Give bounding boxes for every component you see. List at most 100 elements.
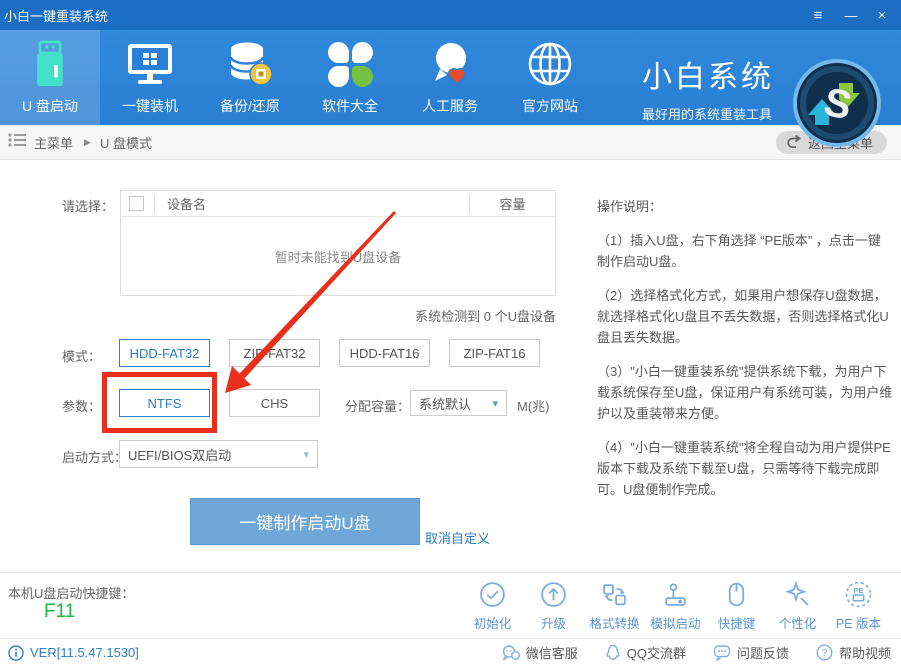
breadcrumb-arrow-icon: ▶ <box>84 137 91 148</box>
upgrade-arrow-icon <box>540 581 567 608</box>
link-qq-group[interactable]: QQ交流群 <box>605 643 686 662</box>
capacity-label: 分配容量： <box>345 396 410 415</box>
tool-label: 个性化 <box>779 613 817 632</box>
boot-mode-select[interactable]: UEFI/BIOS双启动 ▾ <box>119 440 318 468</box>
mode-options: HDD-FAT32 ZIP-FAT32 HDD-FAT16 ZIP-FAT16 <box>119 339 540 367</box>
usb-device-table: 设备名 容量 暂时未能找到U盘设备 <box>120 190 556 296</box>
mouse-icon <box>723 581 750 608</box>
breadcrumb-root[interactable]: 主菜单 <box>34 133 73 152</box>
brand-title: 小白系统 <box>642 52 774 96</box>
mode-option-hdd-fat32[interactable]: HDD-FAT32 <box>119 339 210 367</box>
window-title: 小白一键重装系统 <box>4 6 108 25</box>
chevron-down-icon: ▾ <box>492 397 498 410</box>
nav-tab-one-key-install[interactable]: 一键装机 <box>100 30 200 125</box>
param-option-chs[interactable]: CHS <box>229 389 320 417</box>
usb-drive-icon <box>28 39 72 89</box>
mode-option-zip-fat16[interactable]: ZIP-FAT16 <box>449 339 540 367</box>
window-controls: ≡ — × <box>807 7 901 24</box>
tool-upgrade[interactable]: 升级 <box>523 581 584 632</box>
nav-tab-website[interactable]: 官方网站 <box>500 30 600 125</box>
version-text: VER[11.5.47.1530] <box>30 645 139 660</box>
nav-tab-label: U 盘启动 <box>22 96 78 116</box>
software-apps-icon <box>328 39 373 89</box>
link-feedback[interactable]: 问题反馈 <box>713 643 789 662</box>
tool-hotkey[interactable]: 快捷键 <box>706 581 767 632</box>
check-circle-icon <box>479 581 506 608</box>
simulate-boot-icon <box>662 581 689 608</box>
nav-tab-label: 软件大全 <box>322 96 378 116</box>
qq-icon <box>605 644 621 661</box>
instructions-title: 操作说明： <box>597 196 893 217</box>
version-box: VER[11.5.47.1530] <box>8 645 139 661</box>
make-boot-usb-button[interactable]: 一键制作启动U盘 <box>190 498 420 545</box>
tool-personalize[interactable]: 个性化 <box>767 581 828 632</box>
main-content: 请选择： 设备名 容量 暂时未能找到U盘设备 系统检测到 0 个U盘设备 模式：… <box>0 160 901 572</box>
menu-list-icon <box>8 133 26 152</box>
tool-label: PE 版本 <box>836 613 881 632</box>
hotkey-label: 本机U盘启动快捷键： <box>8 583 134 602</box>
brand-subtitle: 最好用的系统重装工具 <box>642 104 774 123</box>
brand-logo-icon: S <box>793 59 881 152</box>
boot-mode-label: 启动方式： <box>62 447 127 466</box>
tool-label: 格式转换 <box>589 613 639 632</box>
info-icon <box>8 645 24 661</box>
tool-simulate-boot[interactable]: 模拟启动 <box>645 581 706 632</box>
personalize-star-icon <box>784 581 811 608</box>
capacity-select[interactable]: 系统默认 ▾ <box>410 390 507 416</box>
tool-label: 模拟启动 <box>650 613 700 632</box>
instruction-step: （3）"小白一键重装系统"提供系统下载，为用户下载系统保存至U盘，保证用户有系统… <box>597 361 893 424</box>
nav-tab-label: 官方网站 <box>522 96 578 116</box>
feedback-bubble-icon <box>713 644 731 661</box>
boot-mode-value: UEFI/BIOS双启动 <box>128 445 231 464</box>
minimize-icon[interactable]: — <box>839 8 861 23</box>
monitor-icon <box>126 39 174 89</box>
chevron-down-icon: ▾ <box>303 448 309 461</box>
footer-bar: VER[11.5.47.1530] 微信客服 QQ交流群 <box>0 638 901 666</box>
usb-detect-status: 系统检测到 0 个U盘设备 <box>120 306 556 325</box>
brand-block: 小白系统 最好用的系统重装工具 <box>642 52 774 123</box>
globe-icon <box>526 39 574 89</box>
nav-tab-label: 人工服务 <box>422 96 478 116</box>
wechat-icon <box>502 645 520 661</box>
usb-device-empty-message: 暂时未能找到U盘设备 <box>121 217 555 295</box>
instruction-step: （1）插入U盘，右下角选择 “PE版本” ，点击一键制作启动U盘。 <box>597 230 893 272</box>
tool-format-convert[interactable]: 格式转换 <box>584 581 645 632</box>
mode-option-hdd-fat16[interactable]: HDD-FAT16 <box>339 339 430 367</box>
main-nav: U 盘启动 一键装机 <box>0 30 901 125</box>
mode-option-zip-fat32[interactable]: ZIP-FAT32 <box>229 339 320 367</box>
param-label: 参数： <box>62 396 101 415</box>
svg-text:?: ? <box>822 648 828 659</box>
select-all-checkbox[interactable] <box>129 196 144 211</box>
nav-tab-label: 一键装机 <box>122 96 178 116</box>
support-heart-icon <box>426 39 474 89</box>
tool-label: 初始化 <box>474 613 512 632</box>
nav-tab-software[interactable]: 软件大全 <box>300 30 400 125</box>
format-convert-icon <box>601 581 628 608</box>
title-bar: 小白一键重装系统 ≡ — × <box>0 0 901 30</box>
tool-bar: 初始化 升级 格式转换 <box>462 581 889 632</box>
close-icon[interactable]: × <box>871 7 893 24</box>
param-options: NTFS CHS <box>119 389 320 417</box>
pe-version-icon: PE <box>845 581 872 608</box>
app-window: 小白一键重装系统 ≡ — × U 盘启动 <box>0 0 901 666</box>
breadcrumb: 主菜单 ▶ U 盘模式 返回主菜单 <box>0 125 901 160</box>
instructions-panel: 操作说明： （1）插入U盘，右下角选择 “PE版本” ，点击一键制作启动U盘。 … <box>597 196 893 513</box>
cancel-custom-link[interactable]: 取消自定义 <box>425 528 490 547</box>
nav-tab-usb-boot[interactable]: U 盘启动 <box>0 30 100 125</box>
tool-pe-version[interactable]: PE PE 版本 <box>828 581 889 632</box>
hotkey-value: F11 <box>44 601 75 623</box>
menu-icon[interactable]: ≡ <box>807 7 829 24</box>
tool-initialize[interactable]: 初始化 <box>462 581 523 632</box>
link-wechat-support[interactable]: 微信客服 <box>502 643 578 662</box>
breadcrumb-current: U 盘模式 <box>100 133 152 152</box>
tool-label: 升级 <box>541 613 566 632</box>
mode-label: 模式： <box>62 346 101 365</box>
link-help-video[interactable]: ? 帮助视频 <box>816 643 891 662</box>
nav-tab-backup-restore[interactable]: 备份/还原 <box>200 30 300 125</box>
nav-tab-support[interactable]: 人工服务 <box>400 30 500 125</box>
usb-device-table-header: 设备名 容量 <box>121 191 555 217</box>
backup-restore-icon <box>226 39 274 89</box>
footer-link-label: 问题反馈 <box>737 643 789 662</box>
instruction-step: （2）选择格式化方式，如果用户想保存U盘数据，就选择格式化U盘且不丢失数据，否则… <box>597 285 893 348</box>
param-option-ntfs[interactable]: NTFS <box>119 389 210 417</box>
